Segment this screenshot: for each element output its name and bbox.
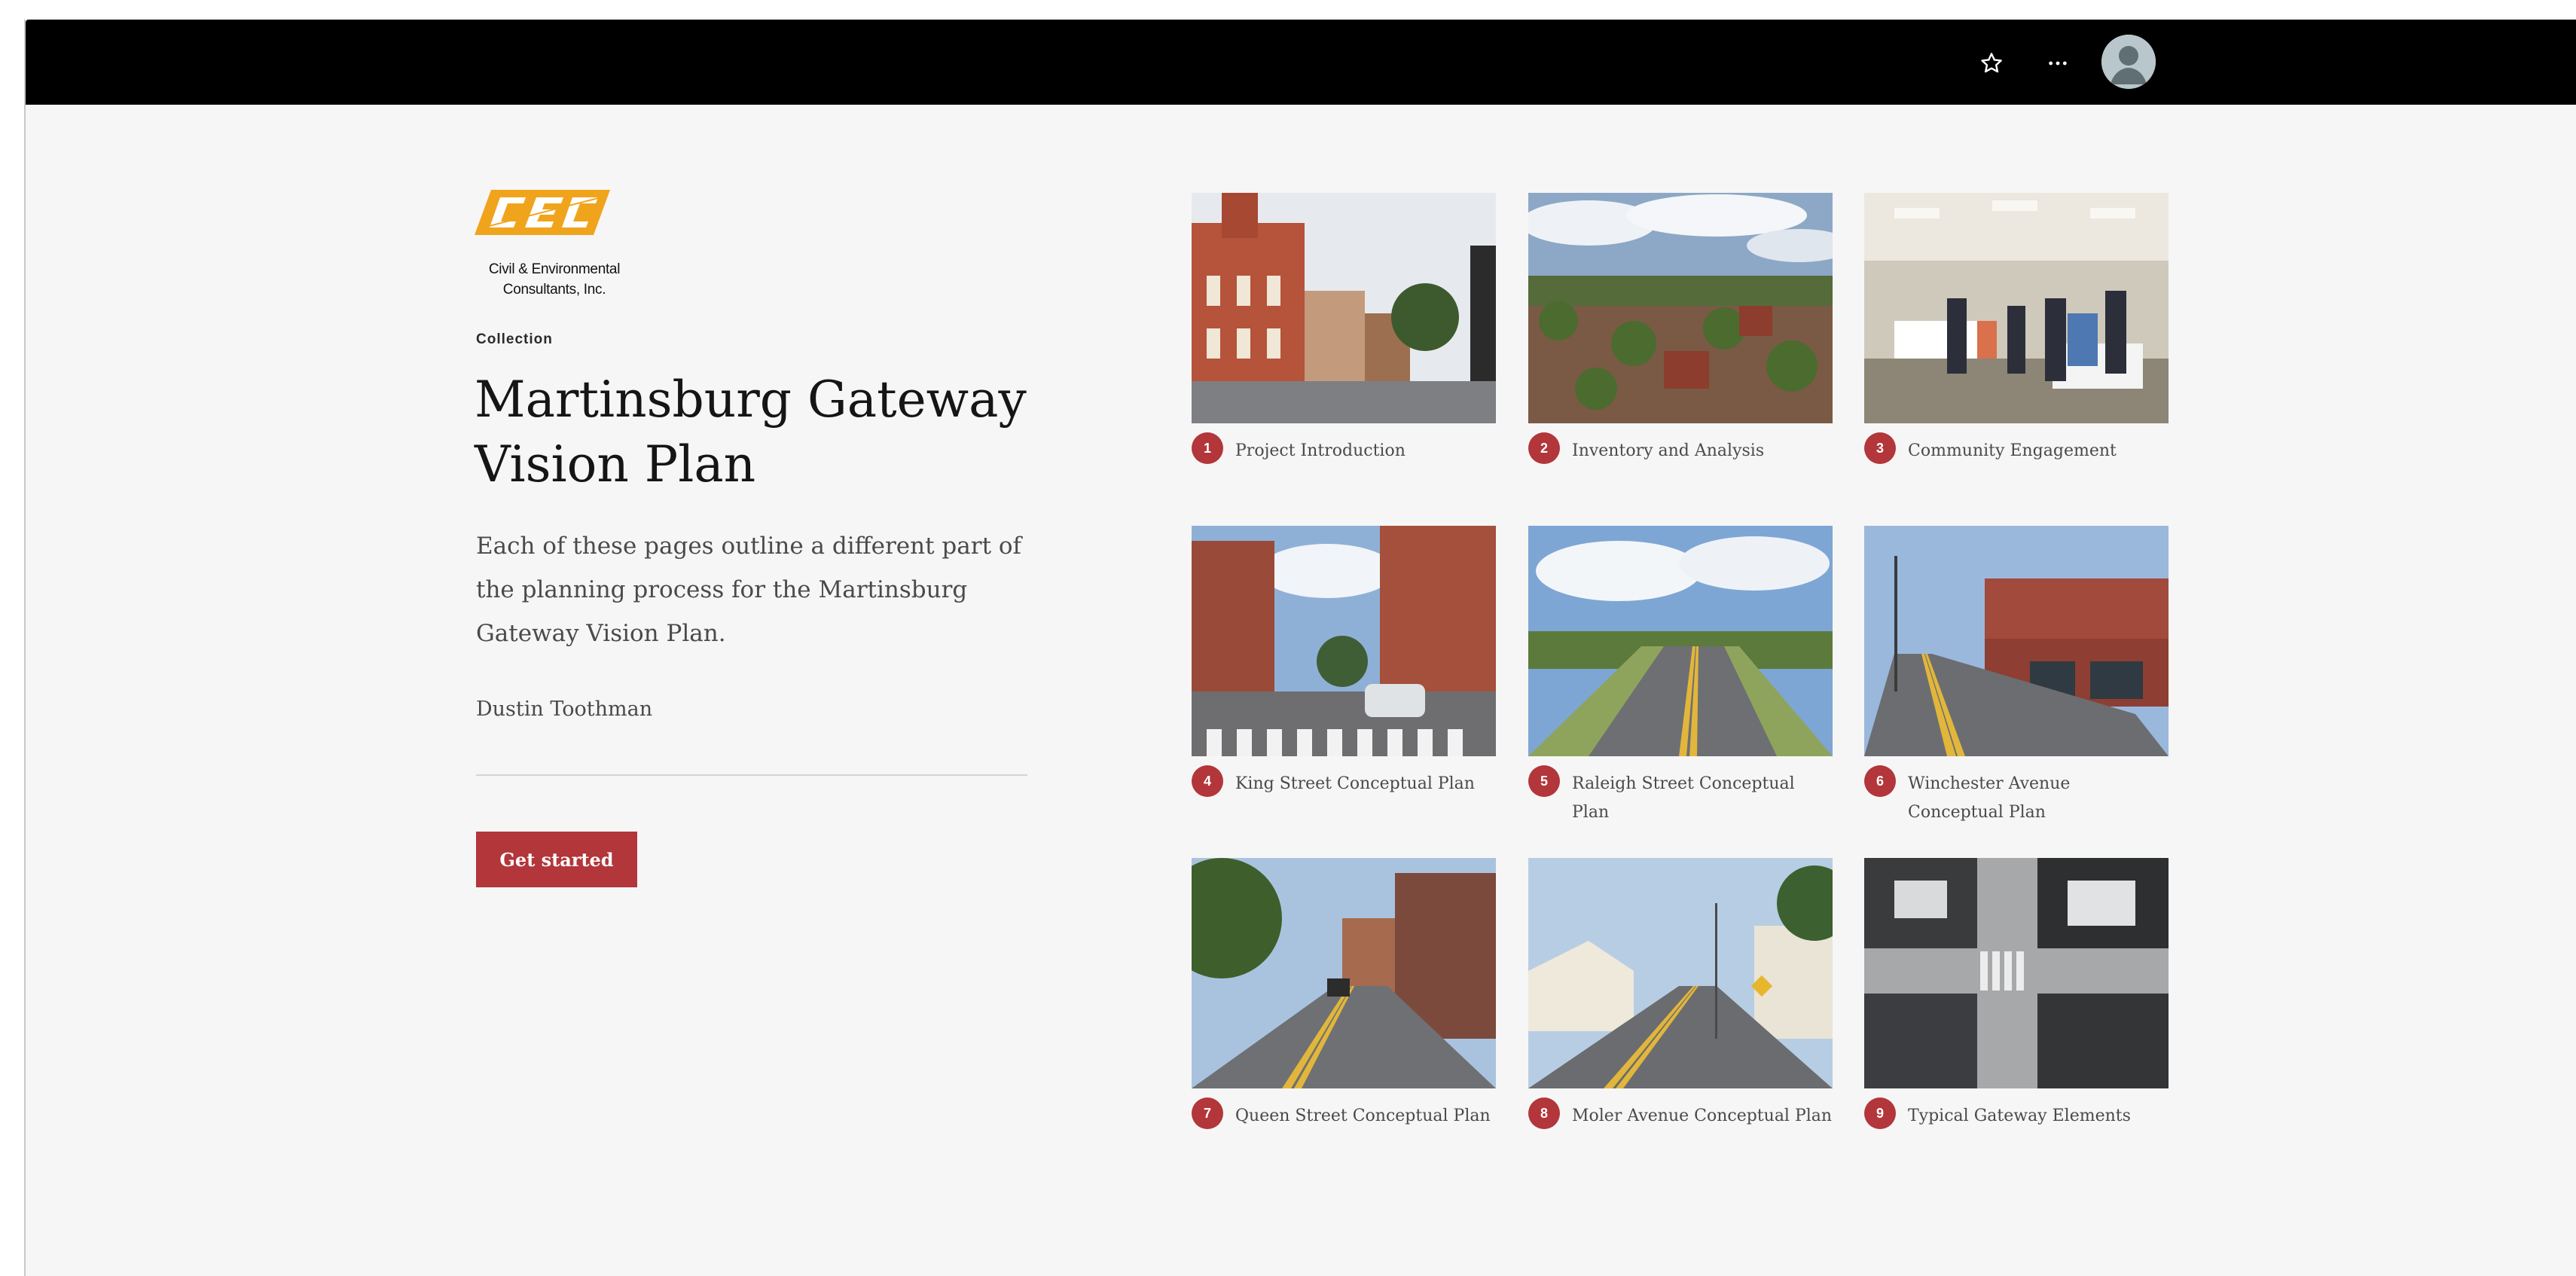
card-label: King Street Conceptual Plan <box>1235 774 1475 793</box>
company-name: Civil & Environmental Consultants, Inc. <box>475 259 634 300</box>
card-thumbnail-image <box>1528 193 1833 423</box>
star-icon[interactable] <box>1970 42 2013 84</box>
card-thumbnail-image <box>1528 858 1833 1088</box>
top-bar <box>26 20 2576 105</box>
card-number-badge: 9 <box>1864 1097 1896 1129</box>
card-number-badge: 3 <box>1864 432 1896 464</box>
collection-label: Collection <box>476 331 553 347</box>
company-logo: Civil & Environmental Consultants, Inc. <box>475 190 648 303</box>
card-project-introduction[interactable]: 1 Project Introduction <box>1192 193 1496 466</box>
user-avatar-icon[interactable] <box>2101 35 2156 89</box>
page-title: Martinsburg Gateway Vision Plan <box>475 371 1027 493</box>
card-label: Inventory and Analysis <box>1572 441 1765 460</box>
card-number-badge: 7 <box>1192 1097 1223 1129</box>
app-window: Civil & Environmental Consultants, Inc. … <box>24 20 2576 1276</box>
card-label: Typical Gateway Elements <box>1908 1107 2131 1125</box>
more-options-icon[interactable] <box>2037 42 2079 84</box>
card-number-badge: 4 <box>1192 765 1223 797</box>
card-thumbnail-image <box>1528 526 1833 756</box>
card-number-badge: 8 <box>1528 1097 1560 1129</box>
card-label: Raleigh Street Conceptual Plan <box>1572 774 1795 822</box>
card-number-badge: 5 <box>1528 765 1560 797</box>
card-king-street-conceptual-plan[interactable]: 4 King Street Conceptual Plan <box>1192 526 1496 798</box>
get-started-button[interactable]: Get started <box>476 832 637 887</box>
company-name-line2: Consultants, Inc. <box>502 282 606 298</box>
card-inventory-and-analysis[interactable]: 2 Inventory and Analysis <box>1528 193 1833 466</box>
card-number-badge: 1 <box>1192 432 1223 464</box>
card-thumbnail-image <box>1864 193 2169 423</box>
cec-logo-icon <box>475 190 610 235</box>
card-label: Moler Avenue Conceptual Plan <box>1572 1107 1833 1125</box>
card-winchester-avenue-conceptual-plan[interactable]: 6 Winchester Avenue Conceptual Plan <box>1864 526 2169 827</box>
card-community-engagement[interactable]: 3 Community Engagement <box>1864 193 2169 466</box>
card-moler-avenue-conceptual-plan[interactable]: 8 Moler Avenue Conceptual Plan <box>1528 858 1833 1131</box>
card-number-badge: 2 <box>1528 432 1560 464</box>
card-thumbnail-image <box>1864 526 2169 756</box>
company-name-line1: Civil & Environmental <box>488 261 621 277</box>
card-thumbnail-image <box>1192 526 1496 756</box>
card-thumbnail-image <box>1192 193 1496 423</box>
card-label: Community Engagement <box>1908 441 2117 460</box>
card-thumbnail-image <box>1192 858 1496 1088</box>
author-name: Dustin Toothman <box>476 698 653 721</box>
card-raleigh-street-conceptual-plan[interactable]: 5 Raleigh Street Conceptual Plan <box>1528 526 1833 827</box>
card-label: Queen Street Conceptual Plan <box>1235 1107 1491 1125</box>
card-label: Winchester Avenue Conceptual Plan <box>1908 774 2071 822</box>
card-thumbnail-image <box>1864 858 2169 1088</box>
card-label: Project Introduction <box>1235 441 1406 460</box>
card-number-badge: 6 <box>1864 765 1896 797</box>
card-typical-gateway-elements[interactable]: 9 Typical Gateway Elements <box>1864 858 2169 1131</box>
card-queen-street-conceptual-plan[interactable]: 7 Queen Street Conceptual Plan <box>1192 858 1496 1131</box>
collection-description: Each of these pages outline a different … <box>476 533 1022 647</box>
divider <box>476 774 1027 776</box>
